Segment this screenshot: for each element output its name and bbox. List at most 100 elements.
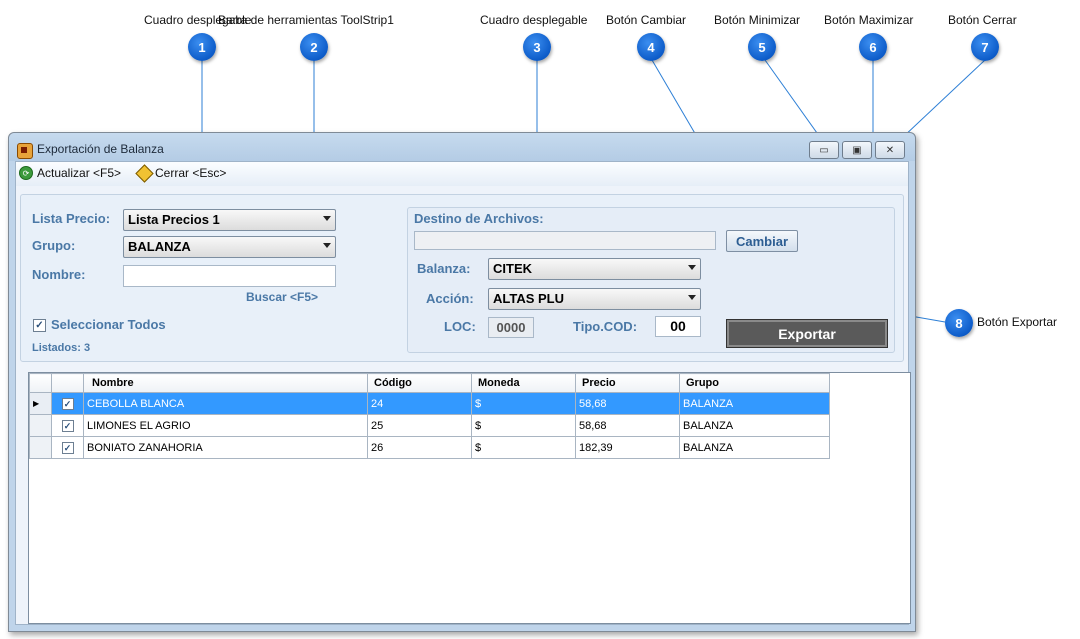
chevron-down-icon [323,243,331,248]
callout-label-3: Cuadro desplegable [480,13,588,27]
minimize-icon: ▭ [819,144,829,156]
exportar-button[interactable]: Exportar [726,319,888,348]
table-row[interactable]: ✓ LIMONES EL AGRIO 25 $ 58,68 BALANZA [29,414,830,437]
column-header-precio[interactable]: Precio [575,373,680,393]
column-header-grupo[interactable]: Grupo [679,373,830,393]
cell-grupo: BALANZA [679,414,830,437]
refresh-tool-button[interactable]: ⟳ Actualizar <F5> [19,166,121,180]
callout-badge-2: 2 [300,33,328,61]
check-column-header[interactable] [51,373,84,393]
cell-moneda: $ [471,436,576,459]
close-button[interactable]: ✕ [875,141,905,159]
accion-label: Acción: [426,291,474,306]
callout-badge-8: 8 [945,309,973,337]
destino-input[interactable] [414,231,716,250]
balanza-dropdown[interactable]: CITEK [488,258,701,280]
maximize-button[interactable]: ▣ [842,141,872,159]
tipo-cod-label: Tipo.COD: [573,319,638,334]
cell-precio: 58,68 [575,414,680,437]
callout-badge-6: 6 [859,33,887,61]
callout-label-2: Barra de herramientas ToolStrip1 [218,13,394,27]
lista-precio-value: Lista Precios 1 [128,212,220,227]
table-row[interactable]: ▶ ✓ CEBOLLA BLANCA 24 $ 58,68 BALANZA [29,392,830,415]
nombre-input[interactable] [123,265,336,287]
select-all-checkbox[interactable]: ✓ [33,319,46,332]
row-checkbox[interactable]: ✓ [61,441,74,454]
destino-label: Destino de Archivos: [414,211,544,226]
close-tool-button[interactable]: Cerrar <Esc> [135,163,227,183]
cell-precio: 58,68 [575,392,680,415]
export-window: Exportación de Balanza ▭ ▣ ✕ ⟳ Actualiza… [8,132,916,632]
callout-badge-5: 5 [748,33,776,61]
cell-codigo: 25 [367,414,472,437]
cell-nombre: CEBOLLA BLANCA [83,392,368,415]
close-tool-label: Cerrar <Esc> [155,166,227,180]
accion-value: ALTAS PLU [493,291,565,306]
column-header-codigo[interactable]: Código [367,373,472,393]
title-bar[interactable]: Exportación de Balanza ▭ ▣ ✕ [9,133,915,161]
callout-badge-1: 1 [188,33,216,61]
cell-codigo: 24 [367,392,472,415]
cell-moneda: $ [471,392,576,415]
minimize-button[interactable]: ▭ [809,141,839,159]
callout-badge-3: 3 [523,33,551,61]
accion-dropdown[interactable]: ALTAS PLU [488,288,701,310]
cell-nombre: BONIATO ZANAHORIA [83,436,368,459]
tipo-cod-input[interactable]: 00 [655,316,701,337]
cell-grupo: BALANZA [679,436,830,459]
callout-label-4: Botón Cambiar [606,13,687,27]
current-row-marker: ▶ [29,392,52,415]
close-icon: ✕ [885,144,895,156]
column-header-moneda[interactable]: Moneda [471,373,576,393]
cell-nombre: LIMONES EL AGRIO [83,414,368,437]
row-checkbox-cell[interactable]: ✓ [51,436,84,459]
close-sign-icon [135,163,154,183]
row-checkbox[interactable]: ✓ [61,397,74,410]
grupo-label: Grupo: [32,238,76,253]
row-checkbox-cell[interactable]: ✓ [51,392,84,415]
loc-label: LOC: [444,319,476,334]
toolstrip: ⟳ Actualizar <F5> Cerrar <Esc> [16,162,908,186]
callout-label-5: Botón Minimizar [714,13,801,27]
callout-label-6: Botón Maximizar [824,13,914,27]
grupo-value: BALANZA [128,239,191,254]
row-header-corner [29,373,52,393]
chevron-down-icon [688,295,696,300]
cell-grupo: BALANZA [679,392,830,415]
maximize-icon: ▣ [852,144,862,156]
cell-precio: 182,39 [575,436,680,459]
callout-label-8: Botón Exportar [977,315,1058,329]
chevron-down-icon [688,265,696,270]
buscar-link[interactable]: Buscar <F5> [246,290,318,304]
cell-moneda: $ [471,414,576,437]
app-icon [17,143,33,159]
window-title: Exportación de Balanza [37,142,164,156]
lista-precio-label: Lista Precio: [32,211,111,226]
grid-header-row: Nombre Código Moneda Precio Grupo [29,373,830,393]
grupo-dropdown[interactable]: BALANZA [123,236,336,258]
row-checkbox[interactable]: ✓ [61,419,74,432]
filters-panel: Lista Precio: Lista Precios 1 Grupo: BAL… [20,194,904,362]
callout-badge-4: 4 [637,33,665,61]
select-all-label: Seleccionar Todos [51,317,166,332]
refresh-icon: ⟳ [19,166,33,180]
listados-count: Listados: 3 [32,342,91,354]
window-client-area: ⟳ Actualizar <F5> Cerrar <Esc> Lista Pre… [15,161,911,625]
nombre-label: Nombre: [32,267,86,282]
callout-badge-7: 7 [971,33,999,61]
chevron-down-icon [323,216,331,221]
row-checkbox-cell[interactable]: ✓ [51,414,84,437]
cambiar-button[interactable]: Cambiar [726,230,798,252]
balanza-label: Balanza: [417,261,471,276]
balanza-value: CITEK [493,261,532,276]
column-header-nombre[interactable]: Nombre [83,373,368,393]
row-header [29,414,52,437]
products-table: Nombre Código Moneda Precio Grupo ▶ ✓ CE… [29,373,830,459]
loc-input[interactable]: 0000 [488,317,534,338]
row-header [29,436,52,459]
lista-precio-dropdown[interactable]: Lista Precios 1 [123,209,336,231]
cell-codigo: 26 [367,436,472,459]
callout-label-7: Botón Cerrar [948,13,1017,27]
table-row[interactable]: ✓ BONIATO ZANAHORIA 26 $ 182,39 BALANZA [29,436,830,459]
products-grid[interactable]: Nombre Código Moneda Precio Grupo ▶ ✓ CE… [28,372,911,624]
